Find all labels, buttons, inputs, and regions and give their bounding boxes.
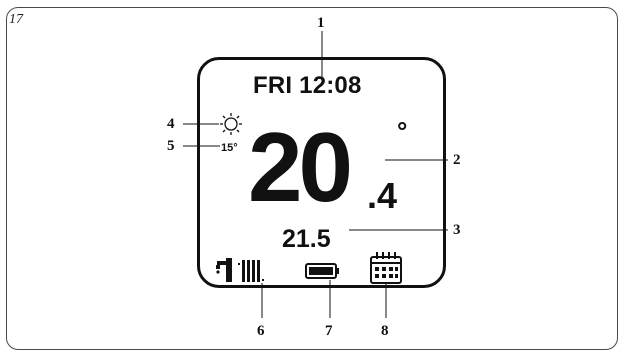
battery-icon bbox=[305, 263, 339, 279]
tap-icon bbox=[216, 258, 232, 282]
radiator-icon bbox=[238, 260, 264, 282]
callout-6: 6 bbox=[257, 323, 265, 339]
callout-2: 2 bbox=[453, 152, 461, 168]
callout-8: 8 bbox=[381, 323, 389, 339]
callout-1: 1 bbox=[317, 15, 325, 31]
callout-3: 3 bbox=[453, 222, 461, 238]
icons-and-leader-lines bbox=[183, 31, 448, 318]
callout-7: 7 bbox=[325, 323, 333, 339]
calendar-icon bbox=[370, 252, 402, 284]
sun-icon bbox=[220, 113, 242, 135]
callout-5: 5 bbox=[167, 138, 175, 154]
callout-4: 4 bbox=[167, 116, 175, 132]
